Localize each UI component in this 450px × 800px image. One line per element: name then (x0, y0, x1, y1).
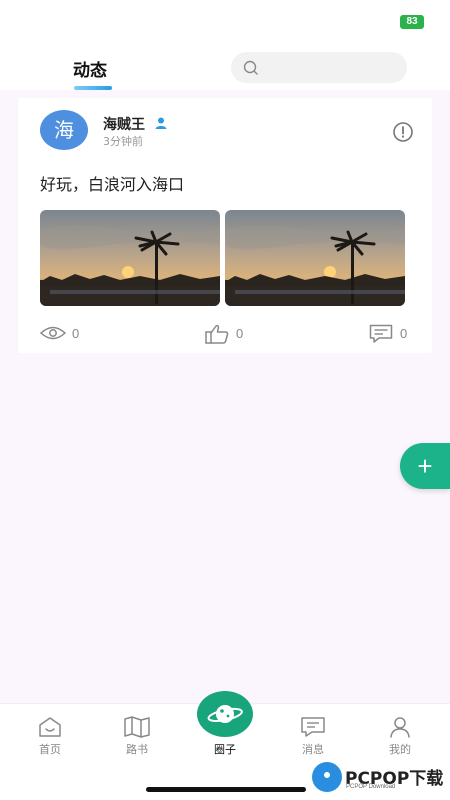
search-icon (243, 60, 258, 75)
home-indicator (146, 787, 306, 792)
tab-home-label: 首页 (39, 743, 61, 756)
post-card[interactable]: 海 海贼王 3分钟前 好玩，白浪河入海口 0 0 0 (18, 98, 432, 353)
battery-indicator: 83 (400, 15, 424, 29)
user-icon (390, 717, 410, 738)
tab-mine[interactable]: 我的 (370, 716, 430, 757)
tab-roadbook-label: 路书 (126, 743, 148, 756)
username[interactable]: 海贼王 (103, 114, 145, 134)
tab-circle[interactable]: 圈子 (195, 691, 255, 757)
sunset-photo (40, 210, 220, 306)
search-box[interactable] (231, 52, 407, 83)
post-image[interactable] (40, 210, 220, 306)
views-stat: 0 (40, 324, 90, 342)
header: 动态 (0, 44, 450, 90)
like-button[interactable]: 0 (205, 324, 255, 344)
tab-active-indicator (74, 86, 112, 90)
post-time: 3分钟前 (103, 135, 143, 148)
comments-count: 0 (400, 326, 408, 341)
watermark-subtext: PCPOP Download (346, 784, 396, 790)
tab-mine-label: 我的 (389, 743, 411, 756)
planet-icon (207, 705, 243, 723)
tab-roadbook[interactable]: 路书 (107, 716, 167, 757)
status-bar: 83 (0, 0, 450, 44)
add-post-button[interactable]: + (400, 443, 450, 489)
tab-messages-label: 消息 (302, 743, 324, 756)
verified-user-icon (155, 117, 167, 129)
tab-circle-label: 圈子 (214, 743, 236, 756)
watermark: PCPOP下载 PCPOP Download (310, 760, 450, 798)
views-count: 0 (72, 326, 80, 341)
tab-feed[interactable]: 动态 (73, 56, 107, 81)
comment-icon (369, 324, 393, 343)
message-icon (301, 717, 325, 737)
tab-home[interactable]: 首页 (20, 716, 80, 757)
home-icon (39, 717, 61, 737)
watermark-logo-icon (312, 762, 342, 792)
comment-button[interactable]: 0 (369, 324, 419, 343)
sunset-photo (225, 210, 405, 306)
search-input[interactable] (263, 52, 399, 83)
tab-circle-bubble (197, 691, 253, 737)
avatar[interactable]: 海 (40, 110, 88, 150)
likes-count: 0 (236, 326, 244, 341)
report-icon[interactable] (392, 121, 414, 143)
map-book-icon (124, 716, 150, 738)
post-content: 好玩，白浪河入海口 (40, 175, 185, 194)
post-image[interactable] (225, 210, 405, 306)
eye-icon (40, 326, 66, 340)
thumbs-up-icon (205, 324, 229, 344)
tab-messages[interactable]: 消息 (283, 716, 343, 757)
